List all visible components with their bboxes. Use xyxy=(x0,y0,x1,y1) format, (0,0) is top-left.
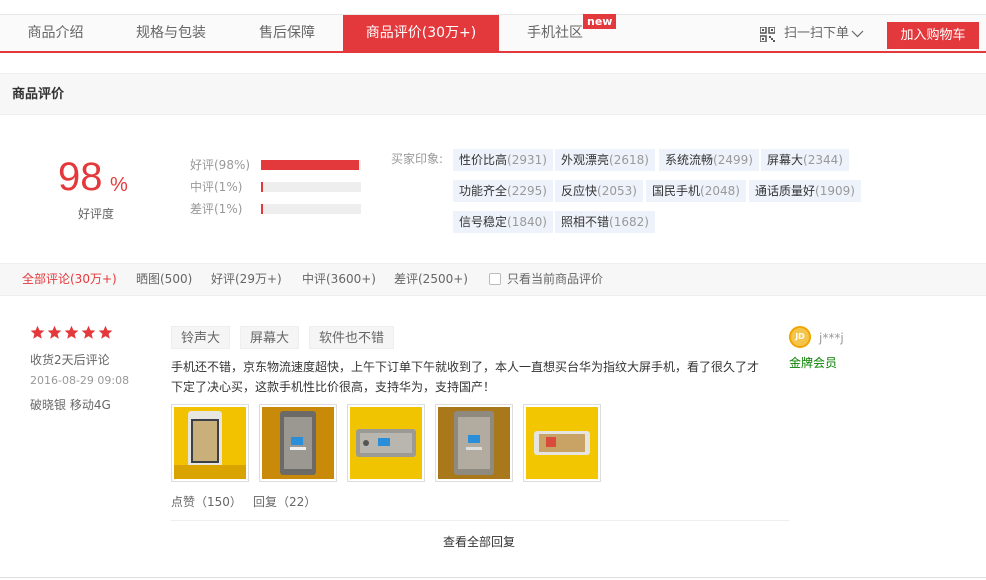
filter-photos[interactable]: 晒图(500) xyxy=(136,264,192,295)
reply-button[interactable]: 回复（22） xyxy=(253,493,316,510)
impression-tag[interactable]: 屏幕大(2344) xyxy=(761,149,849,171)
medium-rate-bar xyxy=(261,182,361,192)
impression-tag[interactable]: 国民手机(2048) xyxy=(646,180,746,202)
star-icon xyxy=(98,325,113,339)
positive-rate-label: 好评度 xyxy=(78,207,115,221)
tab-reviews[interactable]: 商品评价(30万+) xyxy=(343,15,499,53)
filter-good[interactable]: 好评(29万+) xyxy=(211,264,282,295)
review-filter-bar: 全部评论(30万+) 晒图(500) 好评(29万+) 中评(3600+) 差评… xyxy=(0,263,986,296)
phone-box-photo-icon xyxy=(262,407,334,479)
avatar[interactable]: JD xyxy=(789,326,811,348)
review-tag: 软件也不错 xyxy=(309,326,395,349)
username: j***j xyxy=(819,331,844,345)
tab-bar: 商品介绍 规格与包装 售后保障 商品评价(30万+) 手机社区 new 扫一扫下… xyxy=(0,14,986,53)
star-icon xyxy=(81,325,96,339)
star-icon xyxy=(47,325,62,339)
scan-order-link[interactable]: 扫一扫下单 xyxy=(784,15,849,52)
medium-rate-label: 中评(1%) xyxy=(190,180,243,194)
chevron-down-icon[interactable] xyxy=(851,30,864,38)
impression-tag[interactable]: 功能齐全(2295) xyxy=(453,180,553,202)
phone-photo-icon xyxy=(174,407,246,479)
view-all-replies-link[interactable]: 查看全部回复 xyxy=(443,533,515,550)
review-photo[interactable] xyxy=(347,404,425,482)
add-to-cart-button[interactable]: 加入购物车 xyxy=(887,22,979,49)
positive-rate-value: 98 xyxy=(58,155,103,199)
avatar-text: JD xyxy=(795,332,805,341)
good-rate-bar xyxy=(261,160,361,170)
impression-tag[interactable]: 信号稳定(1840) xyxy=(453,211,553,233)
review-photo[interactable] xyxy=(435,404,513,482)
section-title: 商品评价 xyxy=(12,87,65,102)
impression-label: 买家印象: xyxy=(391,152,444,166)
medium-rate-fill xyxy=(261,182,263,192)
bad-rate-bar xyxy=(261,204,361,214)
impression-tag[interactable]: 外观漂亮(2618) xyxy=(555,149,655,171)
review-photo[interactable] xyxy=(171,404,249,482)
divider xyxy=(171,520,789,521)
filter-all[interactable]: 全部评论(30万+) xyxy=(22,264,117,295)
phone-landscape-photo-icon xyxy=(526,407,598,479)
good-rate-fill xyxy=(261,160,359,170)
impression-tag[interactable]: 系统流畅(2499) xyxy=(659,149,759,171)
review-date: 2016-08-29 09:08 xyxy=(30,374,130,387)
tab-intro[interactable]: 商品介绍 xyxy=(0,15,111,52)
review-tag: 铃声大 xyxy=(171,326,231,349)
divider xyxy=(0,577,986,578)
review-tag: 屏幕大 xyxy=(240,326,300,349)
section-header: 商品评价 xyxy=(0,73,986,115)
only-current-label[interactable]: 只看当前商品评价 xyxy=(507,264,603,295)
member-level: 金牌会员 xyxy=(789,356,838,370)
phone-back-photo-icon xyxy=(350,407,422,479)
impression-tag[interactable]: 照相不错(1682) xyxy=(555,211,655,233)
star-icon xyxy=(30,325,45,339)
bad-rate-fill xyxy=(261,204,263,214)
review-photo[interactable] xyxy=(523,404,601,482)
positive-rate-unit: % xyxy=(110,174,128,196)
review-variant: 破晓银 移动4G xyxy=(30,398,111,412)
new-badge: new xyxy=(583,14,617,29)
like-button[interactable]: 点赞（150） xyxy=(171,493,242,510)
impression-tag[interactable]: 通话质量好(1909) xyxy=(749,180,861,202)
impression-tag[interactable]: 性价比高(2931) xyxy=(453,149,553,171)
review-receipt-note: 收货2天后评论 xyxy=(30,353,110,367)
phone-back-photo-icon xyxy=(438,407,510,479)
only-current-checkbox[interactable] xyxy=(489,273,501,285)
filter-bad[interactable]: 差评(2500+) xyxy=(394,264,468,295)
filter-medium[interactable]: 中评(3600+) xyxy=(302,264,376,295)
review-photo[interactable] xyxy=(259,404,337,482)
bad-rate-label: 差评(1%) xyxy=(190,202,243,216)
review-content: 手机还不错，京东物流速度超快，上午下订单下午就收到了，本人一直想买台华为指纹大屏… xyxy=(171,360,760,394)
good-rate-label: 好评(98%) xyxy=(190,158,251,172)
star-icon xyxy=(64,325,79,339)
impression-tag[interactable]: 反应快(2053) xyxy=(555,180,643,202)
tab-after-sale[interactable]: 售后保障 xyxy=(231,15,343,52)
qr-code-icon[interactable] xyxy=(760,27,775,42)
tab-specs[interactable]: 规格与包装 xyxy=(111,15,231,52)
